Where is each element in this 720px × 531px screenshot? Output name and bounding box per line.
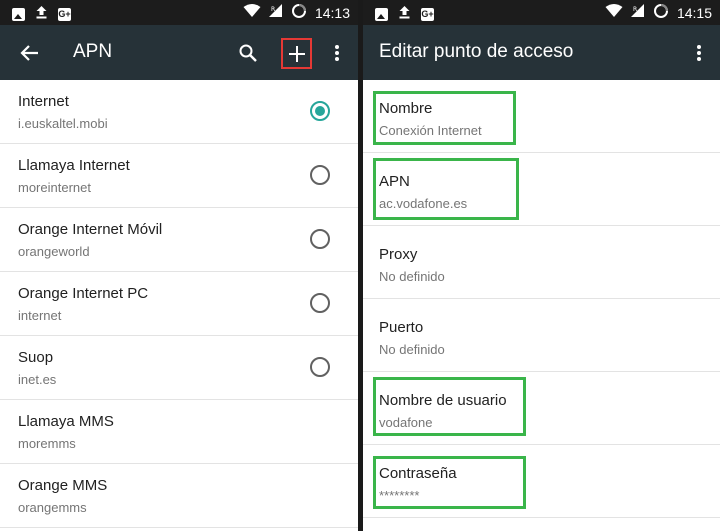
radio-button-selected[interactable] xyxy=(310,101,330,121)
highlight-box xyxy=(373,377,526,436)
apn-name: Suop xyxy=(18,349,54,366)
page-title: APN xyxy=(73,41,113,62)
field-proxy[interactable]: Proxy No definido xyxy=(363,226,720,299)
apn-list-item[interactable]: Orange Internet Móvil orangeworld xyxy=(0,208,358,272)
apn-name: Orange MMS xyxy=(18,477,108,494)
field-value: No definido xyxy=(379,269,445,284)
apn-list-item[interactable]: Llamaya MMS moremms xyxy=(0,400,358,464)
image-notification-icon xyxy=(375,8,388,21)
apn-name: Orange Internet PC xyxy=(18,285,149,302)
apn-address: i.euskaltel.mobi xyxy=(18,116,108,131)
apn-list-item[interactable]: Suop inet.es xyxy=(0,336,358,400)
search-icon[interactable] xyxy=(236,41,260,65)
image-notification-icon xyxy=(12,8,25,21)
field-value: No definido xyxy=(379,342,445,357)
battery-circle-icon xyxy=(291,3,307,22)
wifi-icon xyxy=(243,4,261,21)
status-time: 14:15 xyxy=(676,4,712,21)
apn-address: inet.es xyxy=(18,372,57,387)
apn-address: internet xyxy=(18,308,62,323)
field-label: Puerto xyxy=(379,319,424,336)
apn-list-screen: G+ R 14:13 APN Internet i.euskaltel.mobi… xyxy=(0,0,358,531)
radio-button[interactable] xyxy=(310,165,330,185)
app-toolbar: APN xyxy=(0,25,358,80)
back-arrow-icon[interactable] xyxy=(18,41,42,65)
plus-icon xyxy=(288,45,305,62)
add-apn-button[interactable] xyxy=(281,38,312,69)
status-time: 14:13 xyxy=(314,4,350,21)
apn-list: Internet i.euskaltel.mobi Llamaya Internet… xyxy=(0,80,358,528)
edit-apn-screen: G+ R 14:15 Editar punto de acceso Nombre… xyxy=(363,0,720,531)
status-bar: G+ R 14:15 xyxy=(363,0,720,25)
apn-list-item[interactable]: Orange Internet PC internet xyxy=(0,272,358,336)
radio-button[interactable] xyxy=(310,229,330,249)
highlight-box xyxy=(373,91,516,145)
signal-icon: R xyxy=(630,4,645,21)
apn-name: Orange Internet Móvil xyxy=(18,221,163,238)
apn-list-item[interactable]: Llamaya Internet moreinternet xyxy=(0,144,358,208)
app-toolbar: Editar punto de acceso xyxy=(363,25,720,80)
apn-list-item[interactable]: Internet i.euskaltel.mobi xyxy=(0,80,358,144)
signal-icon: R xyxy=(268,4,283,21)
google-plus-notification-icon: G+ xyxy=(58,8,71,21)
apn-name: Internet xyxy=(18,93,69,110)
apn-address: orangeworld xyxy=(18,244,90,259)
overflow-menu-icon[interactable] xyxy=(689,41,709,65)
wifi-icon xyxy=(605,4,623,21)
upload-notification-icon xyxy=(35,5,48,24)
apn-list-item[interactable]: Orange MMS orangemms xyxy=(0,464,358,528)
field-label: Proxy xyxy=(379,246,418,263)
apn-name: Llamaya Internet xyxy=(18,157,130,174)
status-bar: G+ R 14:13 xyxy=(0,0,358,25)
battery-circle-icon xyxy=(653,3,669,22)
apn-address: moremms xyxy=(18,436,76,451)
svg-text:R: R xyxy=(633,6,637,13)
highlight-box xyxy=(373,456,526,509)
upload-notification-icon xyxy=(398,5,411,24)
radio-button[interactable] xyxy=(310,357,330,377)
apn-address: orangemms xyxy=(18,500,87,515)
highlight-box xyxy=(373,158,519,220)
apn-field-list: Nombre Conexión Internet APN ac.vodafone.es… xyxy=(363,80,720,518)
svg-text:R: R xyxy=(271,6,275,13)
google-plus-notification-icon: G+ xyxy=(421,8,434,21)
page-title: Editar punto de acceso xyxy=(379,41,574,62)
apn-address: moreinternet xyxy=(18,180,91,195)
radio-button[interactable] xyxy=(310,293,330,313)
field-puerto[interactable]: Puerto No definido xyxy=(363,299,720,372)
apn-name: Llamaya MMS xyxy=(18,413,114,430)
overflow-menu-icon[interactable] xyxy=(327,41,347,65)
